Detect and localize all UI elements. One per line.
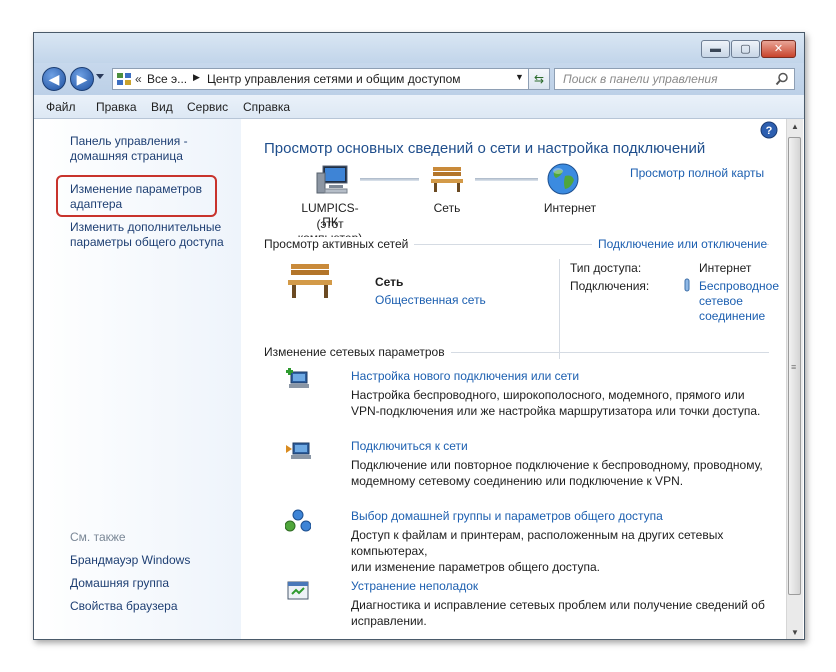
homegroup-icon [285, 509, 311, 532]
scroll-grip-icon: ≡ [791, 362, 796, 372]
history-dropdown-icon[interactable] [96, 74, 104, 79]
breadcrumb-current[interactable]: Центр управления сетями и общим доступом [207, 72, 461, 86]
breadcrumb-root[interactable]: Все э... [147, 72, 187, 86]
task-homegroup-line2: или изменение параметров общего доступа. [351, 560, 600, 574]
menu-edit[interactable]: Правка [96, 100, 137, 114]
task-homegroup-desc: Доступ к файлам и принтерам, расположенн… [351, 527, 786, 575]
access-type-value: Интернет [699, 261, 752, 275]
sidebar-home-line2: домашняя страница [70, 149, 183, 163]
active-networks-heading: Просмотр активных сетей [264, 237, 415, 251]
task-connect-desc: Подключение или повторное подключение к … [351, 457, 763, 489]
breadcrumb-separator: « [135, 72, 142, 86]
wireless-connection-line3: соединение [699, 309, 766, 323]
connect-network-icon [286, 442, 311, 459]
sidebar-sharing-line2: параметры общего доступа [70, 235, 224, 249]
menu-tools[interactable]: Сервис [187, 100, 228, 114]
minimize-button[interactable]: ▬ [701, 40, 730, 58]
internet-globe-icon [547, 163, 579, 195]
task-new-connection-line2: VPN-подключения или же настройка маршрут… [351, 404, 761, 418]
search-icon[interactable] [775, 72, 789, 86]
address-bar[interactable]: « Все э... ▶ Центр управления сетями и о… [112, 68, 530, 90]
computer-icon [316, 165, 348, 194]
task-new-connection-line1: Настройка беспроводного, широкополосного… [351, 388, 745, 402]
connections-label: Подключения: [570, 279, 650, 293]
menu-help[interactable]: Справка [243, 100, 290, 114]
full-map-link[interactable]: Просмотр полной карты [630, 166, 764, 180]
page-title: Просмотр основных сведений о сети и наст… [264, 140, 706, 157]
menu-bar: Файл Правка Вид Сервис Справка [34, 95, 804, 119]
network-location-link[interactable]: Общественная сеть [375, 293, 486, 307]
search-input[interactable]: Поиск в панели управления [554, 68, 795, 90]
close-button[interactable]: ✕ [761, 40, 796, 58]
wireless-signal-icon [684, 278, 690, 292]
highlight-frame [56, 175, 217, 217]
task-connect-line1: Подключение или повторное подключение к … [351, 458, 763, 472]
wireless-connection-line2: сетевое [699, 294, 743, 308]
map-connector-line [475, 178, 538, 181]
access-type-label: Тип доступа: [570, 261, 642, 275]
network-label: Сеть [433, 201, 461, 215]
main-content: ? Просмотр основных сведений о сети и на… [241, 119, 786, 639]
map-connector-line [360, 178, 419, 181]
task-troubleshoot-link[interactable]: Устранение неполадок [351, 579, 478, 593]
task-new-connection-desc: Настройка беспроводного, широкополосного… [351, 387, 760, 419]
internet-label: Интернет [543, 201, 597, 215]
task-troubleshoot-line1: Диагностика и исправление сетевых пробле… [351, 598, 765, 612]
vertical-divider [559, 259, 560, 359]
sidebar-firewall-link[interactable]: Брандмауэр Windows [70, 553, 190, 568]
scroll-down-icon[interactable]: ▼ [791, 628, 799, 637]
menu-file[interactable]: Файл [46, 100, 76, 114]
see-also-heading: См. также [70, 530, 126, 544]
help-icon[interactable]: ? [760, 121, 778, 139]
sidebar-homegroup-link[interactable]: Домашняя группа [70, 576, 169, 591]
troubleshoot-icon [287, 581, 309, 600]
control-panel-window: ▬ ▢ ✕ ◀ ▶ « Все э... ▶ Центр управления … [33, 32, 805, 640]
change-settings-heading: Изменение сетевых параметров [264, 345, 451, 359]
wireless-connection-link[interactable]: Беспроводное сетевое соединение [699, 279, 779, 324]
scroll-up-icon[interactable]: ▲ [791, 122, 799, 131]
bench-network-large-icon [288, 264, 332, 298]
task-homegroup-line1: Доступ к файлам и принтерам, расположенн… [351, 528, 724, 558]
task-homegroup-link[interactable]: Выбор домашней группы и параметров общег… [351, 509, 663, 523]
back-button[interactable]: ◀ [42, 67, 66, 91]
connect-disconnect-link[interactable]: Подключение или отключение [592, 237, 768, 251]
task-troubleshoot-desc: Диагностика и исправление сетевых пробле… [351, 597, 765, 629]
task-troubleshoot-line2: исправлении. [351, 614, 427, 628]
sidebar-home-line1: Панель управления - [70, 134, 188, 148]
title-bar: ▬ ▢ ✕ [34, 33, 804, 63]
refresh-button[interactable]: ⇆ [528, 68, 550, 90]
new-connection-icon [286, 368, 309, 388]
address-dropdown-icon[interactable]: ▼ [515, 72, 524, 82]
menu-view[interactable]: Вид [151, 100, 173, 114]
task-connect-line2: модемному сетевому соединению или подклю… [351, 474, 684, 488]
sidebar-sharing-settings-link[interactable]: Изменить дополнительные параметры общего… [70, 220, 224, 250]
chevron-right-icon[interactable]: ▶ [193, 72, 200, 83]
control-panel-icon [117, 73, 131, 85]
sidebar-sharing-line1: Изменить дополнительные [70, 220, 222, 234]
search-placeholder: Поиск в панели управления [563, 72, 718, 86]
forward-button[interactable]: ▶ [70, 67, 94, 91]
svg-text:?: ? [766, 125, 773, 137]
wireless-connection-line1: Беспроводное [699, 279, 780, 293]
task-connect-link[interactable]: Подключиться к сети [351, 439, 468, 453]
address-row: ◀ ▶ « Все э... ▶ Центр управления сетями… [34, 63, 804, 95]
maximize-button[interactable]: ▢ [731, 40, 760, 58]
sidebar-browser-properties-link[interactable]: Свойства браузера [70, 599, 178, 614]
bench-network-icon [431, 167, 463, 192]
sidebar-home-link[interactable]: Панель управления - домашняя страница [70, 134, 188, 164]
task-new-connection-link[interactable]: Настройка нового подключения или сети [351, 369, 579, 383]
active-network-name: Сеть [375, 275, 404, 289]
